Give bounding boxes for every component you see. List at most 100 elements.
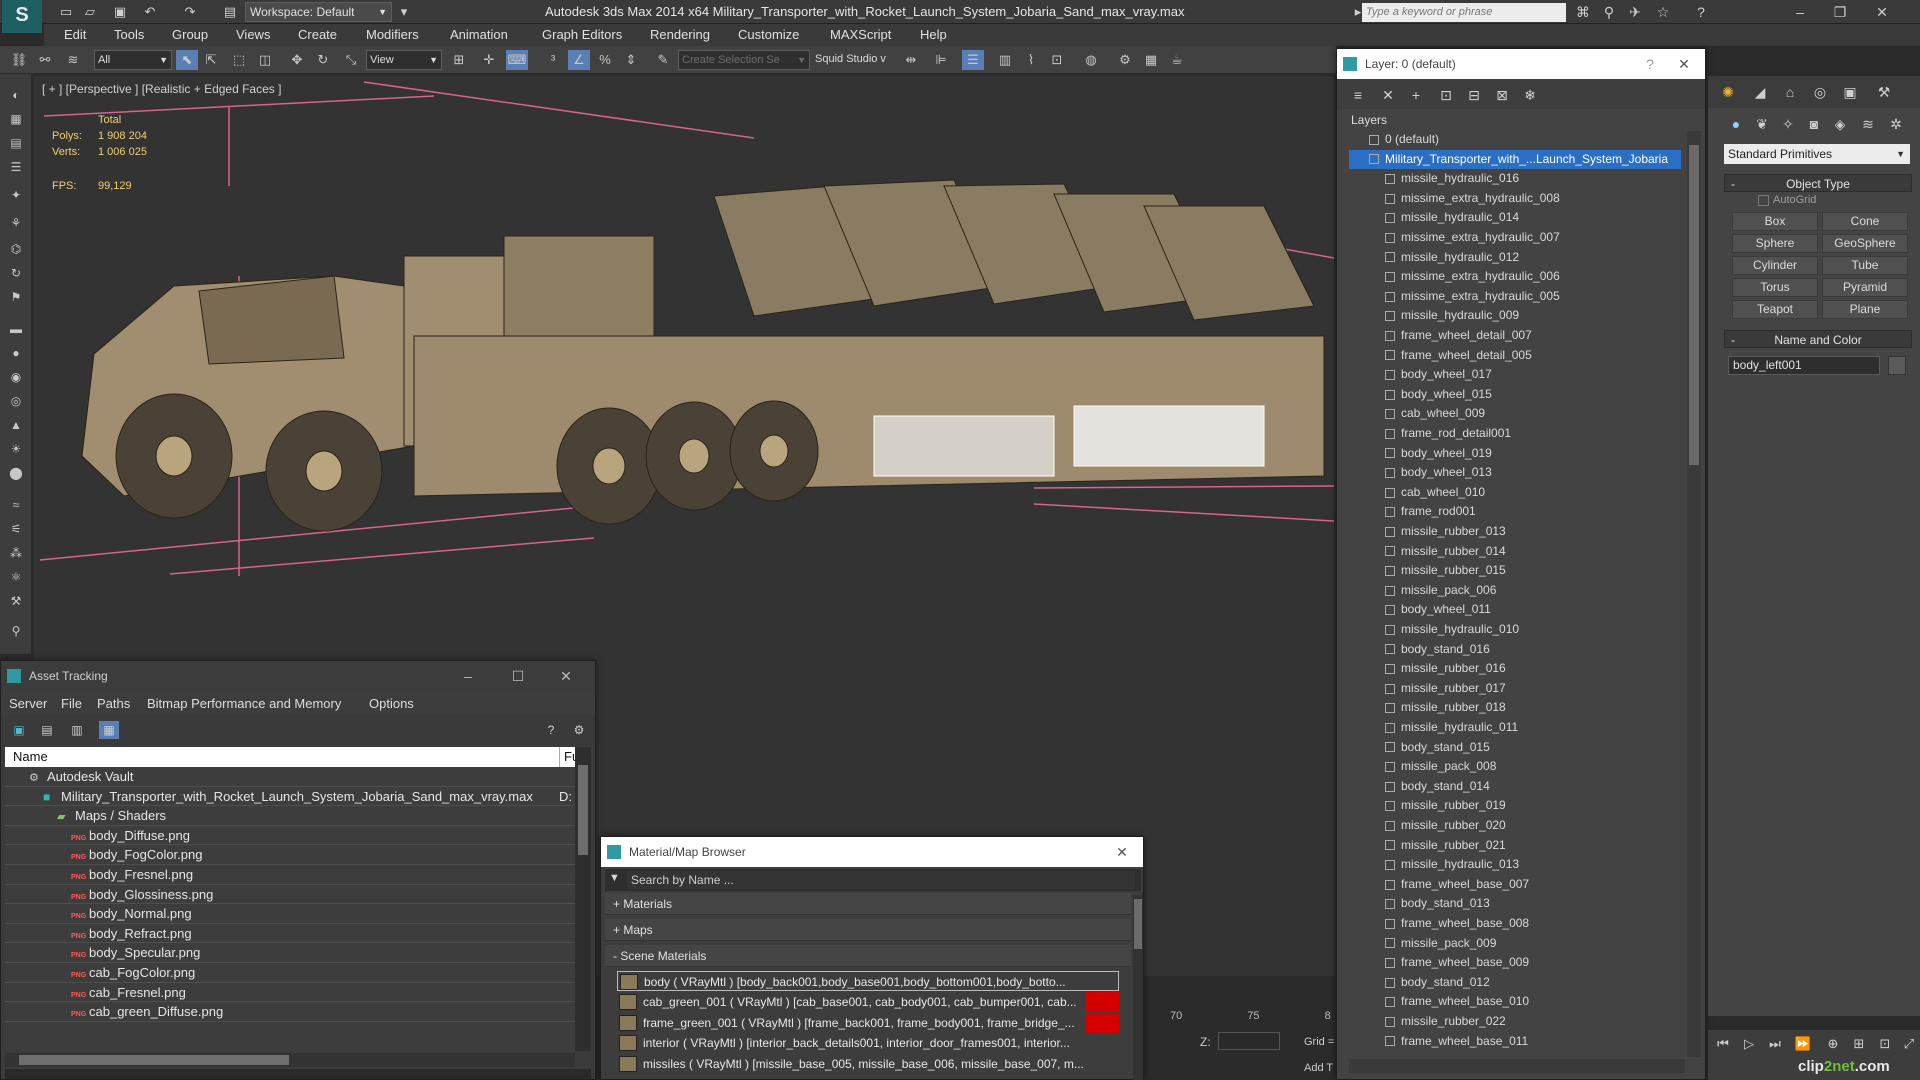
edit-named-selection-icon[interactable]: ✎ [652, 50, 674, 70]
material-row[interactable]: frame_green_001 ( VRayMtl ) [frame_back0… [617, 1012, 1119, 1033]
asset-row[interactable]: PNG body_FogColor.png [5, 845, 575, 865]
communication-icon[interactable]: ✈ [1624, 2, 1646, 22]
particle-icon[interactable]: ⁂ [6, 544, 26, 562]
asset-row[interactable]: PNG body_Normal.png [5, 904, 575, 924]
asset-hscroll-thumb[interactable] [19, 1055, 289, 1065]
new-file-icon[interactable]: ▭ [56, 2, 76, 22]
object-type-rollout[interactable]: - Object Type [1724, 174, 1912, 192]
layers-column-header[interactable]: Layers [1351, 113, 1387, 127]
quick-access-menu-icon[interactable]: ▾ [394, 2, 414, 22]
asset-settings-icon[interactable]: ⚙ [569, 721, 589, 739]
asset-row[interactable]: PNG body_Diffuse.png [5, 826, 575, 846]
object-row[interactable]: frame_wheel_detail_007 [1349, 326, 1681, 346]
sphere-prim-icon[interactable]: ● [6, 344, 26, 362]
unlink-icon[interactable]: ⚯ [34, 50, 56, 70]
bind-space-warp-icon[interactable]: ≋ [62, 50, 84, 70]
object-row[interactable]: body_stand_015 [1349, 738, 1681, 758]
render-production-icon[interactable]: ☕ [1166, 50, 1188, 70]
asset-row[interactable]: ■ Military_Transporter_with_Rocket_Launch… [5, 787, 575, 807]
display-tab-icon[interactable]: ▣ [1838, 82, 1862, 102]
timeline-ticks[interactable]: 70 75 8 [1170, 1010, 1331, 1022]
select-object-icon[interactable]: ⬉ [176, 50, 198, 70]
object-row[interactable]: body_wheel_011 [1349, 600, 1681, 620]
hierarchy-icon[interactable]: ⌬ [6, 240, 26, 258]
motion-icon[interactable]: ↻ [6, 264, 26, 282]
layer-manager-icon[interactable]: ☰ [962, 50, 984, 70]
object-row[interactable]: frame_rod_detail001 [1349, 424, 1681, 444]
asset-close-button[interactable]: ✕ [551, 661, 581, 691]
select-in-layer-icon[interactable]: ⊡ [1435, 85, 1457, 105]
object-row[interactable]: missile_rubber_018 [1349, 698, 1681, 718]
object-row[interactable]: missile_rubber_020 [1349, 816, 1681, 836]
search-input[interactable]: Type a keyword or phrase [1362, 3, 1566, 22]
object-row[interactable]: missile_hydraulic_010 [1349, 620, 1681, 640]
space-warps-icon[interactable]: ≋ [1856, 114, 1880, 134]
menu-customize[interactable]: Customize [738, 27, 799, 42]
material-row[interactable]: body ( VRayMtl ) [body_back001,body_base… [617, 971, 1119, 991]
object-row[interactable]: missile_hydraulic_013 [1349, 855, 1681, 875]
layer-row[interactable]: 0 (default) [1349, 130, 1681, 150]
primitive-type-dropdown[interactable]: Standard Primitives ▼ [1724, 144, 1910, 164]
object-row[interactable]: missime_extra_hydraulic_006 [1349, 267, 1681, 287]
zoom-all-icon[interactable]: ⊞ [1848, 1034, 1870, 1054]
asset-maximize-button[interactable]: ☐ [503, 661, 533, 691]
cylinder-button[interactable]: Cylinder [1732, 256, 1818, 275]
cone-button[interactable]: Cone [1822, 212, 1908, 231]
object-row[interactable]: body_stand_016 [1349, 640, 1681, 660]
asset-row[interactable]: PNG cab_FogColor.png [5, 963, 575, 983]
restore-icon[interactable]: ❐ [1820, 0, 1860, 24]
autogrid-checkbox[interactable]: AutoGrid [1758, 194, 1816, 206]
maps-section[interactable]: + Maps [605, 919, 1131, 941]
delete-layer-icon[interactable]: ✕ [1377, 85, 1399, 105]
angle-snap-icon[interactable]: ∠ [568, 50, 590, 70]
material-row[interactable]: interior ( VRayMtl ) [interior_back_deta… [617, 1033, 1119, 1053]
material-scrollbar[interactable] [1133, 895, 1143, 1080]
object-row[interactable]: frame_wheel_base_011 [1349, 1032, 1681, 1052]
binoculars-icon[interactable]: ⌘ [1572, 2, 1594, 22]
asset-menu-paths[interactable]: Paths [97, 696, 130, 711]
menu-group[interactable]: Group [172, 27, 208, 42]
light-prim-icon[interactable]: ☀ [6, 440, 26, 458]
play-icon[interactable]: ▷ [1738, 1034, 1760, 1054]
object-row[interactable]: body_wheel_013 [1349, 463, 1681, 483]
layer-close-button[interactable]: ✕ [1669, 49, 1699, 79]
object-row[interactable]: missile_rubber_016 [1349, 659, 1681, 679]
menu-create[interactable]: Create [298, 27, 337, 42]
undo-icon[interactable]: ↶ [140, 2, 160, 22]
object-name-field[interactable]: body_left001 [1728, 356, 1880, 375]
geometry-icon[interactable]: ● [1724, 114, 1748, 134]
shapes-icon[interactable]: ❦ [1750, 114, 1774, 134]
object-row[interactable]: frame_wheel_base_007 [1349, 875, 1681, 895]
spinner-snap-icon[interactable]: ⇕ [620, 50, 642, 70]
close-icon[interactable]: ✕ [1862, 0, 1902, 24]
motion-tab-icon[interactable]: ◎ [1808, 82, 1832, 102]
layer-help-button[interactable]: ? [1635, 49, 1665, 79]
material-search-input[interactable]: Search by Name ... [627, 871, 1135, 889]
object-row[interactable]: missile_rubber_014 [1349, 542, 1681, 562]
object-color-swatch[interactable] [1888, 356, 1906, 375]
asset-menu-file[interactable]: File [61, 696, 82, 711]
list-icon[interactable]: ☰ [6, 158, 26, 176]
modify-tab-icon[interactable]: ◢ [1748, 82, 1772, 102]
named-selection-set-dropdown[interactable]: Create Selection Se ▼ [678, 50, 810, 70]
utility-icon[interactable]: ⚒ [6, 592, 26, 610]
lights-icon[interactable]: ✦ [6, 186, 26, 204]
help-icon[interactable]: ? [1690, 2, 1712, 22]
asset-row[interactable]: PNG cab_green_Diffuse.png [5, 1002, 575, 1022]
object-row[interactable]: missile_rubber_022 [1349, 1012, 1681, 1032]
schematic-view-icon[interactable]: ⊡ [1046, 50, 1068, 70]
asset-row[interactable]: PNG body_Fresnel.png [5, 865, 575, 885]
box-prim-icon[interactable]: ▬ [6, 320, 26, 338]
utilities-tab-icon[interactable]: ⚒ [1872, 82, 1896, 102]
favorites-star-icon[interactable]: ☆ [1652, 2, 1674, 22]
object-row[interactable]: missime_extra_hydraulic_007 [1349, 228, 1681, 248]
freeze-all-icon[interactable]: ❄ [1519, 85, 1541, 105]
material-scroll-thumb[interactable] [1134, 899, 1142, 949]
search-options-icon[interactable]: ▼ [609, 872, 620, 884]
object-row[interactable]: missile_rubber_017 [1349, 679, 1681, 699]
materials-section[interactable]: + Materials [605, 893, 1131, 915]
studio-label[interactable]: Squid Studio v [812, 50, 896, 70]
mirror-icon[interactable]: ⇹ [900, 50, 922, 70]
object-row[interactable]: missile_hydraulic_014 [1349, 208, 1681, 228]
asset-menu-bitmap[interactable]: Bitmap Performance and Memory [147, 696, 341, 711]
